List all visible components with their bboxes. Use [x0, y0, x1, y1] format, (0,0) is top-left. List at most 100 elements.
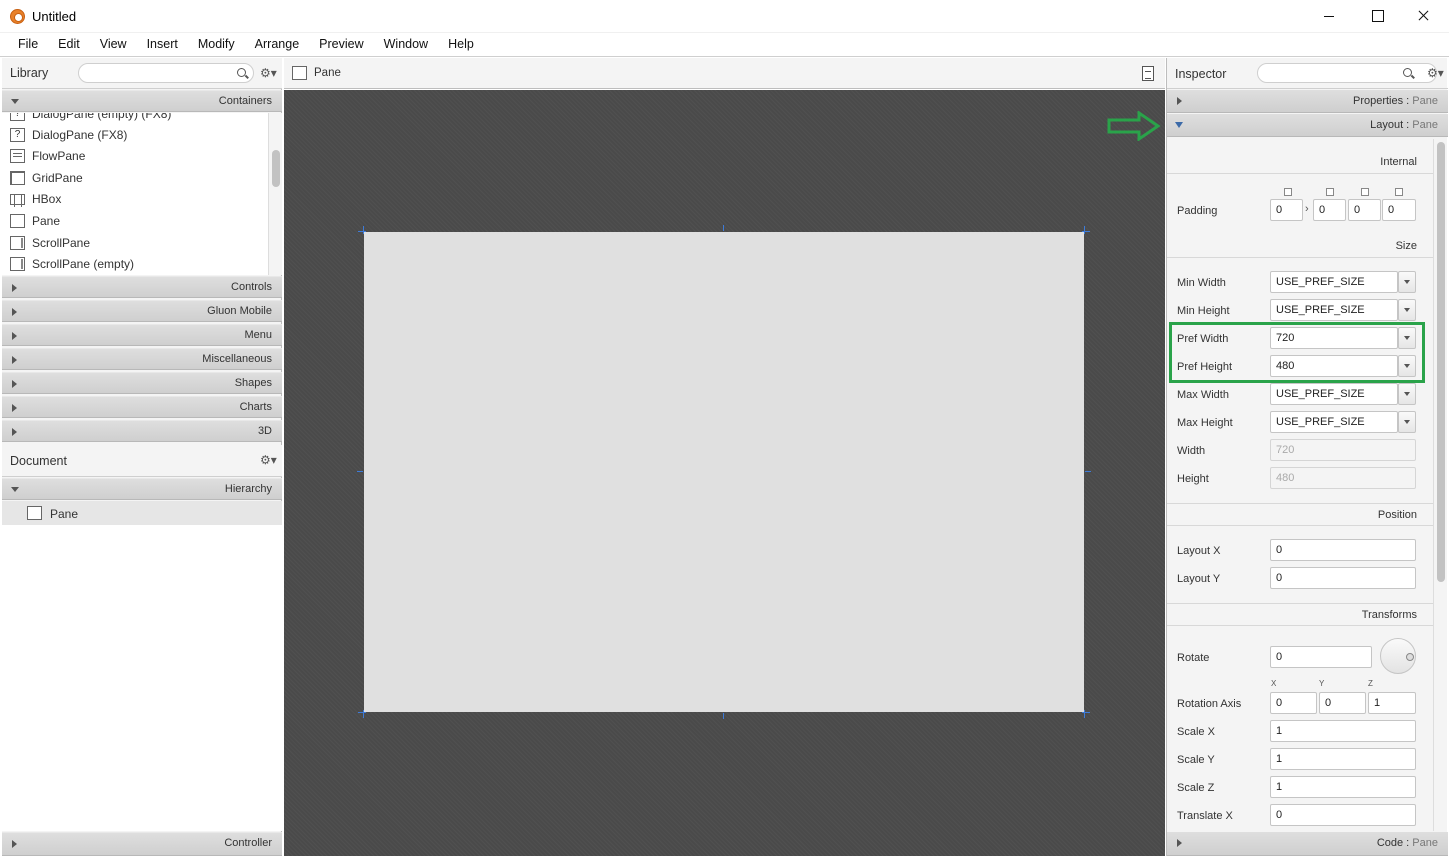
translate-x-field[interactable]: 0 — [1270, 804, 1416, 826]
search-icon — [237, 68, 246, 77]
max-width-dropdown[interactable] — [1398, 383, 1416, 405]
section-shapes[interactable]: Shapes — [2, 372, 282, 394]
scrollpane-icon — [10, 257, 25, 271]
section-menu[interactable]: Menu — [2, 324, 282, 346]
tree-item[interactable]: Pane — [2, 501, 282, 525]
section-controls[interactable]: Controls — [2, 276, 282, 298]
menu-insert[interactable]: Insert — [137, 33, 188, 56]
menu-modify[interactable]: Modify — [188, 33, 245, 56]
resize-handle[interactable] — [357, 468, 365, 476]
menu-file[interactable]: File — [8, 33, 48, 56]
rotation-axis-y-field[interactable]: 0 — [1319, 692, 1366, 714]
list-item-label: Pane — [32, 214, 61, 228]
list-item-label: ScrollPane — [32, 236, 91, 250]
section-target: Pane — [1412, 95, 1438, 107]
selected-pane[interactable] — [357, 225, 1091, 719]
padding-top-field[interactable]: 0 — [1270, 199, 1303, 221]
min-width-dropdown[interactable] — [1398, 271, 1416, 293]
library-scrollbar[interactable] — [268, 113, 282, 275]
section-3d[interactable]: 3D — [2, 420, 282, 442]
resize-handle[interactable] — [1082, 226, 1090, 234]
maximize-button[interactable] — [1354, 4, 1400, 28]
title-bar: Untitled — [0, 0, 1449, 33]
pane-icon — [292, 66, 307, 80]
section-gluon-mobile[interactable]: Gluon Mobile — [2, 300, 282, 322]
min-height-dropdown[interactable] — [1398, 299, 1416, 321]
resize-handle[interactable] — [720, 225, 728, 233]
scale-y-field[interactable]: 1 — [1270, 748, 1416, 770]
list-item[interactable]: ScrollPane (empty) — [2, 254, 268, 275]
scale-z-label: Scale Z — [1177, 782, 1215, 794]
resize-handle[interactable] — [720, 711, 728, 719]
section-label: Gluon Mobile — [207, 305, 272, 317]
chevron-down-icon — [1175, 122, 1183, 128]
scrollbar-thumb[interactable] — [272, 150, 280, 187]
resize-handle[interactable] — [358, 710, 366, 718]
resize-handle[interactable] — [358, 226, 366, 234]
rotation-axis-x-field[interactable]: 0 — [1270, 692, 1317, 714]
rotation-axis-z-field[interactable]: 1 — [1368, 692, 1416, 714]
menu-view[interactable]: View — [90, 33, 137, 56]
menu-help[interactable]: Help — [438, 33, 484, 56]
section-layout[interactable]: Layout : Pane — [1167, 114, 1448, 137]
document-header: Document ⚙▾ — [2, 445, 282, 477]
layout-y-field[interactable]: 0 — [1270, 567, 1416, 589]
padding-right-field[interactable]: 0 — [1313, 199, 1346, 221]
min-width-label: Min Width — [1177, 277, 1226, 289]
section-label: Containers — [218, 95, 272, 107]
scale-z-field[interactable]: 1 — [1270, 776, 1416, 798]
hbox-icon — [10, 194, 25, 207]
menu-preview[interactable]: Preview — [309, 33, 373, 56]
library-header: Library ⚙▾ — [2, 58, 282, 89]
max-width-combo[interactable]: USE_PREF_SIZE — [1270, 383, 1398, 405]
layout-x-field[interactable]: 0 — [1270, 539, 1416, 561]
rotate-dial[interactable] — [1380, 638, 1416, 674]
gear-icon[interactable]: ⚙▾ — [1427, 67, 1444, 79]
list-item[interactable]: ? DialogPane (empty) (FX8) — [2, 113, 268, 125]
max-height-combo[interactable]: USE_PREF_SIZE — [1270, 411, 1398, 433]
list-item[interactable]: HBox — [2, 189, 268, 210]
max-height-dropdown[interactable] — [1398, 411, 1416, 433]
scale-x-field[interactable]: 1 — [1270, 720, 1416, 742]
inspector-scrollbar[interactable] — [1433, 139, 1447, 831]
resize-handle[interactable] — [1082, 710, 1090, 718]
min-width-combo[interactable]: USE_PREF_SIZE — [1270, 271, 1398, 293]
gear-icon[interactable]: ⚙▾ — [260, 67, 277, 79]
design-canvas[interactable] — [284, 90, 1165, 856]
resize-handle[interactable] — [1083, 468, 1091, 476]
breadcrumb[interactable]: Pane — [314, 67, 341, 79]
pane-icon — [27, 506, 42, 520]
section-hierarchy[interactable]: Hierarchy — [2, 478, 282, 500]
padding-bottom-field[interactable]: 0 — [1348, 199, 1381, 221]
list-item[interactable]: ScrollPane — [2, 233, 268, 254]
list-item[interactable]: ? DialogPane (FX8) — [2, 125, 268, 146]
section-properties[interactable]: Properties : Pane — [1167, 90, 1448, 113]
inspector-search-input[interactable] — [1257, 63, 1437, 83]
section-code[interactable]: Code : Pane — [1167, 832, 1448, 856]
library-search-input[interactable] — [78, 63, 254, 83]
menu-edit[interactable]: Edit — [48, 33, 90, 56]
section-miscellaneous[interactable]: Miscellaneous — [2, 348, 282, 370]
minimize-button[interactable] — [1306, 4, 1352, 28]
section-controller[interactable]: Controller — [2, 832, 282, 856]
section-containers[interactable]: Containers — [2, 90, 282, 112]
translate-x-label: Translate X — [1177, 810, 1233, 822]
rotate-field[interactable]: 0 — [1270, 646, 1372, 668]
section-label: Hierarchy — [224, 483, 272, 495]
min-height-combo[interactable]: USE_PREF_SIZE — [1270, 299, 1398, 321]
layout-x-label: Layout X — [1177, 545, 1221, 557]
list-item[interactable]: GridPane — [2, 168, 268, 189]
gear-icon[interactable]: ⚙▾ — [260, 454, 277, 466]
list-item[interactable]: Pane — [2, 211, 268, 232]
menu-window[interactable]: Window — [374, 33, 438, 56]
canvas-breadcrumb-bar: Pane — [284, 58, 1165, 89]
close-button[interactable] — [1400, 4, 1446, 28]
padding-left-field[interactable]: 0 — [1382, 199, 1416, 221]
link-arrow-icon[interactable]: › — [1305, 203, 1309, 215]
scrollbar-thumb[interactable] — [1437, 142, 1445, 582]
list-item[interactable]: FlowPane — [2, 146, 268, 167]
document-icon[interactable] — [1142, 66, 1154, 81]
hierarchy-tree: Pane — [2, 501, 282, 831]
menu-arrange[interactable]: Arrange — [245, 33, 309, 56]
section-charts[interactable]: Charts — [2, 396, 282, 418]
